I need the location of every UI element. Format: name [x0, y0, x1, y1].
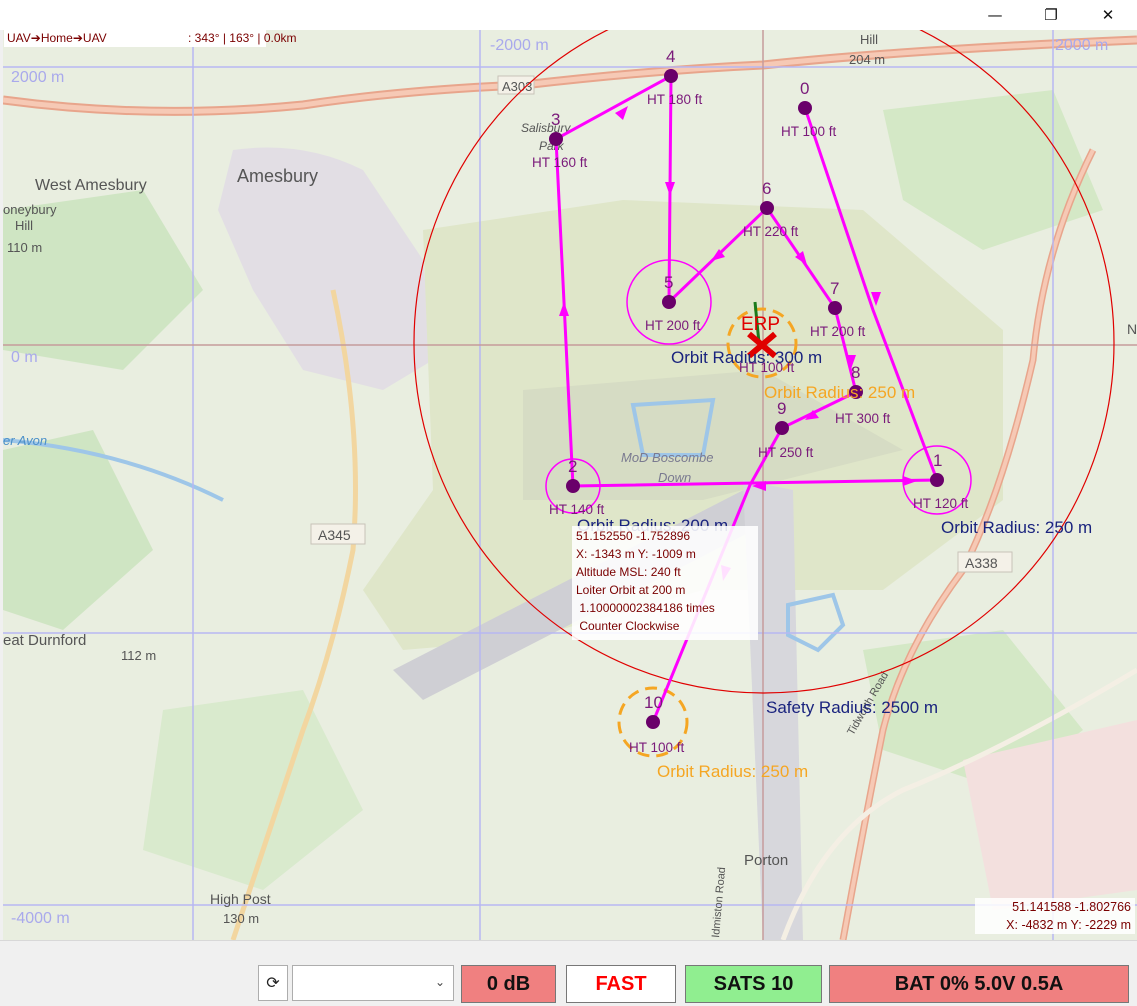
- place-label: 112 m: [121, 648, 156, 663]
- orbit-label-erp: Orbit Radius: 250 m: [764, 383, 915, 402]
- place-label: oneybury: [3, 202, 57, 217]
- popup-direction: Counter Clockwise: [576, 619, 680, 633]
- satellite-indicator: SATS 10: [685, 965, 822, 1003]
- close-button[interactable]: ✕: [1085, 0, 1131, 30]
- waypoint-height: HT 250 ft: [758, 445, 814, 460]
- waypoint-2[interactable]: [566, 479, 580, 493]
- orbit-label-wp5: Orbit Radius: 300 m: [671, 348, 822, 367]
- place-label: 204 m: [849, 52, 885, 67]
- popup-times: 1.10000002384186 times: [576, 601, 715, 615]
- waypoint-height: HT 140 ft: [549, 502, 605, 517]
- popup-xy: X: -1343 m Y: -1009 m: [576, 547, 696, 561]
- waypoint-height: HT 100 ft: [781, 124, 837, 139]
- waypoint-number: 8: [851, 363, 860, 382]
- speed-mode-indicator: FAST: [566, 965, 676, 1003]
- place-label: er Avon: [3, 433, 47, 448]
- signal-db-indicator: 0 dB: [461, 965, 556, 1003]
- waypoint-info-popup: 51.152550 -1.752896 X: -1343 m Y: -1009 …: [572, 526, 758, 640]
- refresh-button[interactable]: ⟳: [258, 965, 288, 1001]
- waypoint-7[interactable]: [828, 301, 842, 315]
- grid-label: 0 m: [11, 349, 38, 366]
- place-label: Porton: [744, 852, 788, 869]
- waypoint-9[interactable]: [775, 421, 789, 435]
- bearing-readout: : 343° | 163° | 0.0km: [188, 31, 297, 45]
- place-label: 130 m: [223, 911, 259, 926]
- grid-label: -4000 m: [11, 910, 70, 927]
- waypoint-number: 3: [551, 110, 560, 129]
- road-label: A345: [318, 527, 351, 543]
- cursor-coordinates: 51.141588 -1.802766 X: -4832 m Y: -2229 …: [975, 898, 1135, 934]
- cursor-latlon: 51.141588 -1.802766: [1012, 900, 1131, 914]
- waypoint-height: HT 300 ft: [835, 411, 891, 426]
- orbit-label-wp1: Orbit Radius: 250 m: [941, 518, 1092, 537]
- grid-label: 2000 m: [1055, 37, 1108, 54]
- road-label: A338: [965, 555, 998, 571]
- place-label: MoD Boscombe: [621, 450, 713, 465]
- battery-label: BAT 0% 5.0V 0.5A: [894, 972, 1064, 995]
- waypoint-height: HT 100 ft: [629, 740, 685, 755]
- safety-radius-label: Safety Radius: 2500 m: [766, 698, 938, 717]
- waypoint-number: 6: [762, 179, 771, 198]
- place-label: N: [1127, 321, 1137, 337]
- waypoint-height: HT 200 ft: [645, 318, 701, 333]
- place-label: Hill: [860, 32, 878, 47]
- orbit-label-wp10: Orbit Radius: 250 m: [657, 762, 808, 781]
- waypoint-number: 7: [830, 279, 839, 298]
- waypoint-4[interactable]: [664, 69, 678, 83]
- waypoint-number: 1: [933, 451, 942, 470]
- popup-loiter: Loiter Orbit at 200 m: [576, 583, 686, 597]
- road-label: A303: [502, 79, 532, 94]
- waypoint-height: HT 120 ft: [913, 496, 969, 511]
- waypoint-10[interactable]: [646, 715, 660, 729]
- waypoint-3[interactable]: [549, 132, 563, 146]
- place-label: Hill: [15, 218, 33, 233]
- waypoint-number: 0: [800, 79, 809, 98]
- satellite-label: SATS 10: [713, 972, 794, 995]
- waypoint-height: HT 180 ft: [647, 92, 703, 107]
- route-info-bar: UAV➔Home➔UAV : 343° | 163° | 0.0km: [4, 30, 297, 47]
- waypoint-1[interactable]: [930, 473, 944, 487]
- place-label: Amesbury: [237, 166, 318, 186]
- refresh-icon: ⟳: [266, 975, 280, 992]
- waypoint-number: 2: [568, 457, 577, 476]
- waypoint-height: HT 160 ft: [532, 155, 588, 170]
- signal-db-label: 0 dB: [486, 972, 531, 995]
- speed-mode-label: FAST: [595, 972, 647, 995]
- map-view[interactable]: -2000 m 2000 m 2000 m 0 m -4000 m West A…: [3, 30, 1137, 940]
- port-select[interactable]: ⌄: [292, 965, 454, 1001]
- waypoint-number: 5: [664, 273, 673, 292]
- waypoint-6[interactable]: [760, 201, 774, 215]
- place-label: High Post: [210, 891, 271, 907]
- minimize-button[interactable]: —: [972, 0, 1018, 30]
- waypoint-height: HT 220 ft: [743, 224, 799, 239]
- place-label: Salisbury: [521, 121, 571, 135]
- place-label: West Amesbury: [35, 177, 147, 194]
- cursor-xy: X: -4832 m Y: -2229 m: [1006, 918, 1131, 932]
- battery-indicator: BAT 0% 5.0V 0.5A: [829, 965, 1129, 1003]
- waypoint-0[interactable]: [798, 101, 812, 115]
- waypoint-5[interactable]: [662, 295, 676, 309]
- restore-button[interactable]: ❐: [1028, 0, 1074, 30]
- title-bar: — ❐ ✕: [0, 0, 1137, 30]
- grid-label: -2000 m: [490, 37, 549, 54]
- popup-latlon: 51.152550 -1.752896: [576, 529, 691, 543]
- chevron-down-icon: ⌄: [434, 975, 445, 989]
- place-label: 110 m: [7, 240, 42, 255]
- waypoint-number: 4: [666, 47, 675, 66]
- grid-label: 2000 m: [11, 69, 64, 86]
- popup-altitude: Altitude MSL: 240 ft: [576, 565, 681, 579]
- waypoint-number: 10: [644, 693, 663, 712]
- route-label: UAV➔Home➔UAV: [7, 31, 107, 45]
- map-canvas[interactable]: -2000 m 2000 m 2000 m 0 m -4000 m West A…: [3, 30, 1137, 940]
- place-label: eat Durnford: [3, 632, 86, 649]
- erp-label: ERP: [741, 314, 780, 335]
- waypoint-height: HT 200 ft: [810, 324, 866, 339]
